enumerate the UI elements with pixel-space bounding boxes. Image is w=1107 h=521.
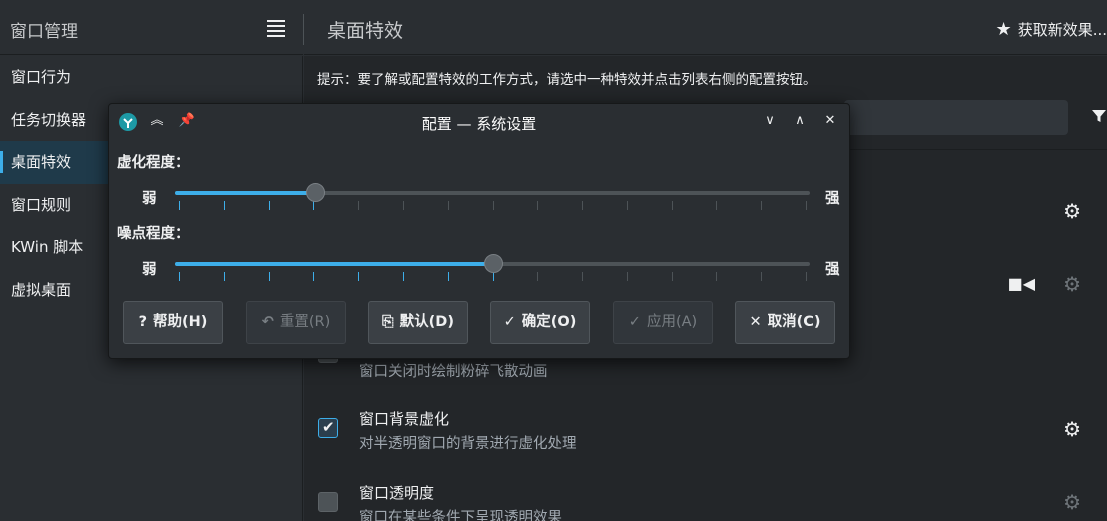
slider-tick <box>402 272 404 281</box>
slider-tick <box>447 272 449 281</box>
sidebar-item-label: 虚拟桌面 <box>11 280 72 299</box>
slider-tick <box>761 201 763 210</box>
slider-tick <box>313 272 315 281</box>
reset-button-label: 重置(R) <box>279 314 331 330</box>
noise-strong-label: 强 <box>825 262 840 278</box>
effect-description: 窗口关闭时绘制粉碎飞散动画 <box>359 364 548 380</box>
checkmark-icon: ✓ <box>503 314 516 330</box>
slider-tick <box>761 272 763 281</box>
slider-tick <box>671 272 673 281</box>
page-header: 桌面特效 ★ 获取新效果... <box>304 0 1107 55</box>
page-title: 桌面特效 <box>327 20 404 42</box>
cancel-icon: ✕ <box>749 314 762 330</box>
cancel-button[interactable]: ✕ 取消(C) <box>735 301 835 344</box>
gear-icon[interactable]: ⚙ <box>1063 199 1081 223</box>
help-button[interactable]: ? 帮助(H) <box>123 301 223 344</box>
sidebar-item-label: 窗口规则 <box>11 195 72 214</box>
sidebar-item-window-behavior[interactable]: 窗口行为 <box>0 56 302 99</box>
slider-tick <box>716 201 718 210</box>
blur-strength-slider[interactable] <box>175 181 810 210</box>
gear-icon[interactable]: ⚙ <box>1063 417 1081 441</box>
ok-button[interactable]: ✓ 确定(O) <box>490 301 590 344</box>
effect-name: 窗口背景虚化 <box>359 410 450 428</box>
get-new-effects-label: 获取新效果... <box>1017 21 1107 39</box>
effect-name: 窗口透明度 <box>359 484 435 502</box>
defaults-button[interactable]: ⎘ 默认(D) <box>368 301 468 344</box>
sidebar-header: 窗口管理 <box>0 0 303 55</box>
config-dialog: ︽ 📌 配置 — 系统设置 ∨ ∧ ✕ 虚化程度： 弱 强 噪点程度： 弱 强 … <box>108 103 850 359</box>
restore-defaults-icon: ⎘ <box>382 314 394 330</box>
slider-tick <box>223 201 225 210</box>
star-icon: ★ <box>995 19 1012 40</box>
search-input[interactable] <box>844 100 1068 135</box>
slider-handle[interactable] <box>305 183 325 202</box>
maximize-icon[interactable]: ∧ <box>790 111 810 131</box>
undo-icon: ↶ <box>261 314 274 330</box>
slider-tick <box>358 201 360 210</box>
defaults-button-label: 默认(D) <box>399 314 454 330</box>
slider-fill <box>175 262 493 266</box>
checkmark-icon: ✓ <box>628 314 641 330</box>
slider-tick <box>537 201 539 210</box>
noise-weak-label: 弱 <box>142 262 157 278</box>
blur-strength-label: 虚化程度： <box>117 155 190 171</box>
slider-tick <box>492 272 494 281</box>
gear-icon: ⚙ <box>1063 490 1081 514</box>
slider-tick <box>806 201 807 210</box>
effect-checkbox[interactable] <box>318 418 338 438</box>
slider-tick <box>537 272 539 281</box>
slider-tick <box>626 272 628 281</box>
slider-fill <box>175 191 315 195</box>
video-camera-icon[interactable]: ■◀ <box>1008 274 1035 293</box>
slider-tick <box>402 201 404 210</box>
help-icon: ? <box>138 314 148 330</box>
effect-description: 窗口在某些条件下呈现透明效果 <box>359 510 562 521</box>
slider-tick <box>447 201 449 210</box>
close-icon[interactable]: ✕ <box>820 111 840 131</box>
sidebar-item-label: 桌面特效 <box>11 153 72 171</box>
slider-tick <box>358 272 360 281</box>
ok-button-label: 确定(O) <box>521 314 577 330</box>
blur-weak-label: 弱 <box>142 191 157 207</box>
slider-tick <box>626 201 628 210</box>
noise-strength-slider[interactable] <box>175 252 810 281</box>
hamburger-menu-icon[interactable] <box>267 20 285 37</box>
noise-strength-label: 噪点程度： <box>117 226 190 242</box>
sidebar-item-label: 窗口行为 <box>11 68 72 86</box>
sidebar-title: 窗口管理 <box>10 22 78 42</box>
effect-description: 对半透明窗口的背景进行虚化处理 <box>359 436 577 452</box>
slider-handle[interactable] <box>483 254 503 273</box>
hint-text: 提示：要了解或配置特效的工作方式，请选中一种特效并点击列表右侧的配置按钮。 <box>317 72 817 88</box>
slider-tick <box>179 272 180 281</box>
help-button-label: 帮助(H) <box>153 314 208 330</box>
sidebar-item-label: KWin 脚本 <box>11 238 84 256</box>
gear-icon: ⚙ <box>1063 272 1081 296</box>
get-new-effects-button[interactable]: ★ 获取新效果... <box>996 19 1107 40</box>
reset-button[interactable]: ↶ 重置(R) <box>246 301 346 344</box>
minimize-icon[interactable]: ∨ <box>760 111 780 131</box>
apply-button-label: 应用(A) <box>646 314 698 330</box>
cancel-button-label: 取消(C) <box>767 314 821 330</box>
slider-tick <box>313 201 315 210</box>
slider-tick <box>268 201 270 210</box>
effect-checkbox[interactable] <box>318 492 338 512</box>
blur-strong-label: 强 <box>825 191 840 207</box>
slider-tick <box>716 272 718 281</box>
slider-tick <box>582 272 584 281</box>
slider-tick <box>671 201 673 210</box>
dialog-title: 配置 — 系统设置 <box>421 115 537 133</box>
slider-tick <box>223 272 225 281</box>
apply-button[interactable]: ✓ 应用(A) <box>613 301 713 344</box>
slider-tick <box>492 201 494 210</box>
dialog-titlebar[interactable]: ︽ 📌 配置 — 系统设置 ∨ ∧ ✕ <box>109 104 849 140</box>
filter-icon[interactable] <box>1091 108 1107 124</box>
slider-tick <box>268 272 270 281</box>
slider-tick <box>806 272 807 281</box>
sidebar-item-label: 任务切换器 <box>11 110 87 129</box>
slider-tick <box>582 201 584 210</box>
slider-tick <box>179 201 180 210</box>
